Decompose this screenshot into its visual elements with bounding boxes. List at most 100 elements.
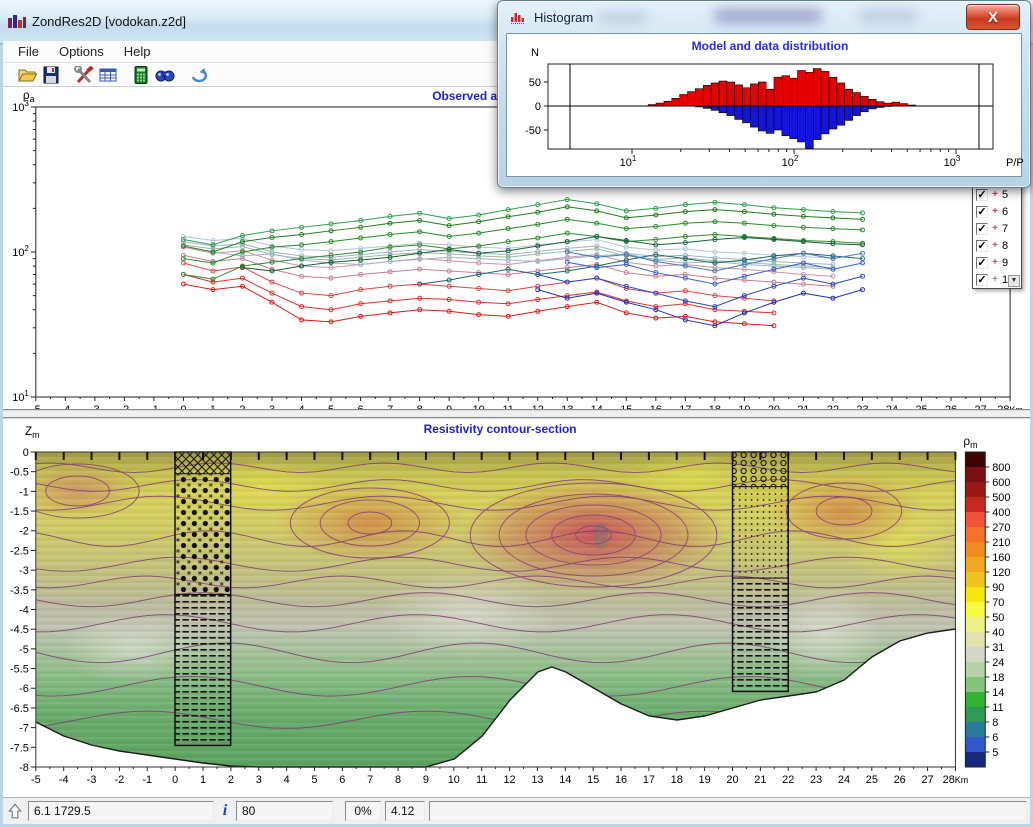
borehole-left [175,452,231,745]
svg-text:2: 2 [228,774,234,786]
series-checkbox-8[interactable]: ✓ [976,240,988,252]
calculator-icon [134,66,148,84]
colorbar-band [965,692,985,708]
svg-text:8: 8 [395,774,401,786]
open-button[interactable] [15,64,39,86]
series-checkbox-10[interactable]: ✓ [976,274,988,286]
svg-text:800: 800 [992,462,1010,474]
colorbar-band [965,452,985,468]
svg-text:50: 50 [992,612,1004,624]
status-coordinates: 6.1 1729.5 [28,801,214,821]
histogram-canvas[interactable]: Model and data distributionN500-50101102… [507,34,1023,178]
series-marker-icon: + [991,206,999,217]
svg-text:210: 210 [992,537,1010,549]
svg-text:13: 13 [531,774,543,786]
colorbar-band [965,572,985,588]
svg-text:-7: -7 [19,723,29,735]
close-icon[interactable]: X [966,4,1020,30]
svg-text:90: 90 [992,582,1004,594]
colorbar-band [965,482,985,498]
series-visibility-panel: ✓+5✓+6✓+7✓+8✓+9✓+10▼ [972,183,1022,289]
colorbar-band [965,497,985,513]
series-checkbox-5[interactable]: ✓ [976,189,988,201]
series-checkbox-9[interactable]: ✓ [976,257,988,269]
section-fill [16,452,956,767]
svg-text:-1: -1 [19,486,29,498]
status-misc: 4.12 [385,801,425,821]
scroll-down-icon[interactable]: ▼ [1008,275,1020,287]
glass-blur-artifact [598,13,648,21]
settings-button[interactable] [72,64,96,86]
svg-text:-3: -3 [87,774,97,786]
series-label: 9 [1002,257,1008,269]
svg-text:11: 11 [992,702,1003,714]
svg-text:-1: -1 [142,774,152,786]
chart-splitter[interactable] [3,409,1030,419]
colorbar-band [965,752,985,768]
histogram-icon [510,10,526,25]
colorbar-band [965,512,985,528]
svg-text:400: 400 [992,507,1010,519]
undo-button[interactable] [186,64,210,86]
svg-text:20: 20 [726,774,738,786]
section-chart-canvas[interactable]: Resistivity contour-sectionZm0-0.5-1-1.5… [3,419,1030,797]
undo-icon [189,67,207,83]
svg-text:5: 5 [311,774,317,786]
svg-text:103: 103 [944,154,961,169]
svg-text:103: 103 [12,99,29,114]
svg-text:31: 31 [992,642,1004,654]
borehole-right [733,452,789,691]
svg-text:8: 8 [992,717,998,729]
series-marker-icon: + [991,189,999,200]
svg-text:14: 14 [559,774,571,786]
colorbar-band [965,617,985,633]
svg-text:270: 270 [992,522,1010,534]
svg-text:18: 18 [992,672,1004,684]
svg-text:6: 6 [339,774,345,786]
glass-blur-artifact [858,10,918,22]
table-button[interactable] [96,64,120,86]
series-row-7: ✓+7 [976,220,1021,237]
section-colorbar[interactable]: ρm80060050040027021016012090705040312418… [963,434,1010,768]
data-table-icon [99,67,117,83]
binoculars-icon [155,66,175,84]
menu-options[interactable]: Options [50,42,113,61]
histogram-titlebar[interactable]: Histogram X [498,1,1030,33]
status-value: 80 [236,801,333,821]
svg-text:19: 19 [699,774,711,786]
svg-text:Model and data distribution: Model and data distribution [692,39,849,53]
svg-text:-1.5: -1.5 [10,506,29,518]
series-checkbox-6[interactable]: ✓ [976,206,988,218]
histogram-window[interactable]: Histogram X Model and data distributionN… [497,0,1031,188]
svg-text:28Km: 28Km [943,774,969,786]
series-label: 6 [1002,206,1008,218]
svg-text:-0.5: -0.5 [10,467,29,479]
menu-help[interactable]: Help [115,42,160,61]
calculator-button[interactable] [129,64,153,86]
svg-text:-5.5: -5.5 [10,664,29,676]
series-marker-icon: + [991,257,999,268]
svg-text:22: 22 [782,774,794,786]
svg-text:-2: -2 [115,774,125,786]
resistivity-section-chart[interactable]: Resistivity contour-sectionZm0-0.5-1-1.5… [3,419,1030,797]
info-icon: i [218,802,232,820]
svg-text:101: 101 [620,154,637,169]
series-checkbox-7[interactable]: ✓ [976,223,988,235]
svg-text:11: 11 [476,774,487,786]
svg-text:18: 18 [671,774,683,786]
save-button[interactable] [39,64,63,86]
svg-text:0: 0 [172,774,178,786]
svg-text:10: 10 [448,774,460,786]
colorbar-band [965,587,985,603]
svg-text:-50: -50 [525,125,541,137]
window-title: ZondRes2D [vodokan.z2d] [32,14,186,29]
svg-text:600: 600 [992,477,1010,489]
svg-text:-2.5: -2.5 [10,545,29,557]
svg-text:102: 102 [782,154,799,169]
menu-file[interactable]: File [9,42,48,61]
search-button[interactable] [153,64,177,86]
svg-text:120: 120 [992,567,1010,579]
series-label: 5 [1002,189,1008,201]
svg-text:0: 0 [23,447,29,459]
svg-text:24: 24 [992,657,1004,669]
